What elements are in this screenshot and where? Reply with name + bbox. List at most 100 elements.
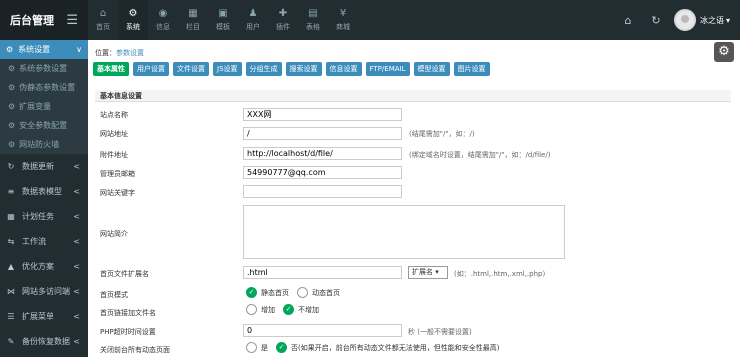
topnav-info[interactable]: ◉ 信息 [148,0,178,40]
site-name-input[interactable]: XXX网 [243,108,402,121]
wrench-icon: ✎ [7,337,15,346]
html5-icon: ▣ [218,8,228,19]
tab-basic[interactable]: 基本属性 [93,62,129,76]
calendar-icon: ▦ [7,212,15,221]
close-dynamic-no-option[interactable]: ✓ 否(如果开启，前台所有动态文件都无法使用，但性能和安全性最高) [276,342,499,353]
breadcrumb: 位置：参数设置 [95,49,144,57]
sidebar: ⚙ 系统设置 ∨ ⚙ 系统参数设置 ⚙ 伪静态参数设置 ⚙ 扩展变量 ⚙ 安全参数配置 … [0,40,88,357]
topnav-home[interactable]: ⌂ 首页 [88,0,118,40]
sidebar-subitem-rewrite-params[interactable]: ⚙ 伪静态参数设置 [0,78,88,97]
cogs-icon: ⚙ [8,102,16,111]
topnav-mall[interactable]: ¥ 商城 [328,0,358,40]
topnav-template[interactable]: ▣ 模板 [208,0,238,40]
cogs-icon: ⚙ [8,64,16,73]
username: 冰之语 [699,15,724,25]
index-ext-hint: (如：.html,.htm,.xml,.php) [454,270,546,278]
radio-checked-icon: ✓ [283,304,294,315]
sidebar-item-extend-menu[interactable]: ☰ 扩展菜单 < [0,304,88,329]
site-url-input[interactable]: / [243,127,402,140]
chevron-left-icon: < [73,312,80,321]
radio-unchecked-icon [246,342,257,353]
index-ext-input[interactable]: .html [243,266,402,279]
list-icon: ☰ [7,312,15,321]
sidebar-item-workflow[interactable]: ⇆ 工作流 < [0,229,88,254]
tab-ftp-email[interactable]: FTP/EMAIL [365,62,410,76]
gear-icon: ⚙ [718,44,730,59]
topnav-user[interactable]: ♟ 用户 [238,0,268,40]
topnav-table[interactable]: ▤ 表格 [298,0,328,40]
user-menu[interactable]: 冰之语 ▾ [670,9,740,31]
index-link-noadd-option[interactable]: ✓ 不增加 [283,304,319,315]
top-right-tools: ⌂ ↻ 冰之语 ▾ [614,0,740,40]
index-link-options: 增加 ✓ 不增加 [246,304,327,315]
index-link-add-option[interactable]: 增加 [246,304,275,315]
share-icon: ⋈ [7,287,15,296]
admin-email-input[interactable]: 54990777@qq.com [243,166,402,179]
index-ext-select[interactable]: 扩展名 ▾ [408,266,448,279]
radio-unchecked-icon [246,304,257,315]
tab-image[interactable]: 图片设置 [453,62,490,76]
keywords-label: 网站关键字 [100,189,135,197]
tab-model[interactable]: 模型设置 [413,62,450,76]
index-mode-dynamic-option[interactable]: 动态首页 [297,287,340,298]
chevron-left-icon: < [73,262,80,271]
site-name-label: 站点名称 [100,111,128,119]
index-link-label: 首页链接加文件名 [100,309,156,317]
chevron-left-icon: < [73,337,80,346]
chart-icon: ▲ [7,262,15,271]
attach-url-hint: (绑定域名时设置，结尾需加"/"，如：/d/file/) [409,151,551,159]
topnav-system[interactable]: ⚙ 系统 [118,0,148,40]
topnav-plugin[interactable]: ✚ 插件 [268,0,298,40]
sidebar-item-system-settings[interactable]: ⚙ 系统设置 ∨ [0,40,88,59]
table-icon: ▤ [308,8,318,19]
chevron-left-icon: < [73,237,80,246]
tab-file[interactable]: 文件设置 [173,62,209,76]
sidebar-item-optimization[interactable]: ▲ 优化方案 < [0,254,88,279]
radio-checked-icon: ✓ [246,287,257,298]
database-icon: ≡ [7,187,15,196]
cogs-icon: ⚙ [6,45,14,54]
grid-icon: ▦ [188,8,198,19]
attach-url-input[interactable]: http://localhost/d/file/ [243,147,402,160]
close-dynamic-yes-option[interactable]: 是 [246,342,268,353]
tab-js[interactable]: JS设置 [213,62,242,76]
sidebar-item-data-update[interactable]: ↻ 数据更新 < [0,154,88,179]
php-timeout-input[interactable]: 0 [243,324,402,337]
tab-user[interactable]: 用户设置 [133,62,169,76]
app-logo[interactable]: 后台管理 ☰ [0,0,88,40]
home-icon: ⌂ [99,8,107,19]
settings-gear-button[interactable]: ⚙ [714,42,734,62]
php-timeout-label: PHP超时时间设置 [100,328,156,336]
sidebar-subitem-extend-vars[interactable]: ⚙ 扩展变量 [0,97,88,116]
yen-icon: ¥ [339,8,347,19]
chevron-left-icon: < [73,162,80,171]
home-icon[interactable]: ⌂ [614,14,642,27]
top-navbar: 后台管理 ☰ ⌂ 首页 ⚙ 系统 ◉ 信息 ▦ 栏目 ▣ 模板 ♟ 用户 ✚ 插件 ▤ 表格 ¥… [0,0,740,40]
topnav-column[interactable]: ▦ 栏目 [178,0,208,40]
sidebar-subitem-system-params[interactable]: ⚙ 系统参数设置 [0,59,88,78]
refresh-icon[interactable]: ↻ [642,14,670,27]
keywords-input[interactable] [243,185,402,198]
app-title: 后台管理 [10,14,54,27]
cogs-icon: ⚙ [128,8,138,19]
sidebar-subitem-security[interactable]: ⚙ 安全参数配置 [0,116,88,135]
tab-search[interactable]: 搜索设置 [285,62,322,76]
description-textarea[interactable] [243,205,565,259]
sidebar-item-multi-access[interactable]: ⋈ 网站多访问端 < [0,279,88,304]
chevron-down-icon: ∨ [76,45,82,54]
user-icon: ♟ [248,8,258,19]
chevron-left-icon: < [73,287,80,296]
tab-group-generate[interactable]: 分组生成 [245,62,282,76]
site-url-label: 网站地址 [100,130,128,138]
hamburger-menu-icon[interactable]: ☰ [66,13,78,28]
caret-down-icon: ▾ [725,15,730,25]
chevron-left-icon: < [73,212,80,221]
breadcrumb-current[interactable]: 参数设置 [116,49,144,57]
sidebar-subitem-firewall[interactable]: ⚙ 网站防火墙 [0,135,88,154]
index-mode-static-option[interactable]: ✓ 静态首页 [246,287,289,298]
caret-down-icon: ▾ [435,268,439,276]
sidebar-item-scheduled-tasks[interactable]: ▦ 计划任务 < [0,204,88,229]
sidebar-item-table-model[interactable]: ≡ 数据表模型 < [0,179,88,204]
sidebar-item-backup[interactable]: ✎ 备份恢复数据 < [0,329,88,354]
tab-info[interactable]: 信息设置 [325,62,362,76]
